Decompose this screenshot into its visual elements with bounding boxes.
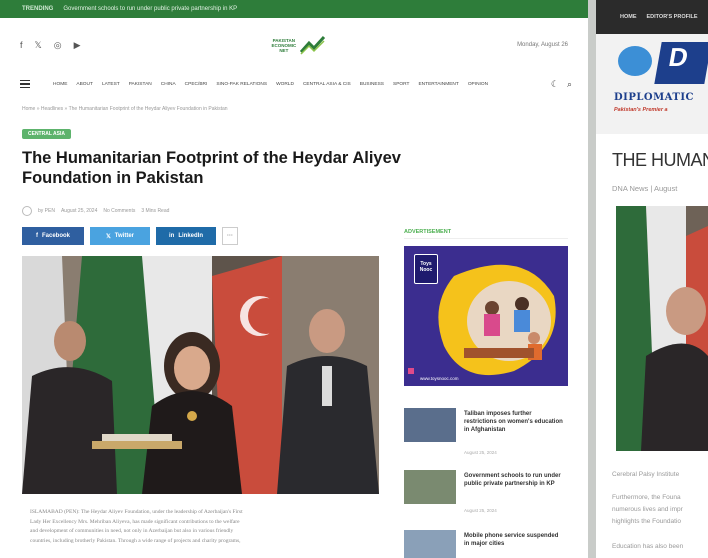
news-headline[interactable]: Mobile phone service suspended in major … [464, 532, 564, 548]
dna-paragraph: highlights the Foundatio [612, 518, 682, 525]
dark-mode-icon[interactable]: ☾ [551, 79, 559, 90]
nav-item-home[interactable]: HOME [53, 82, 67, 87]
right-browser-page: HOME EDITOR'S PROFILE D DIPLOMATIC Pakis… [596, 0, 708, 558]
main-nav: HOME ABOUT LATEST PAKISTAN CHINA CPEC/BRI SINO… [20, 76, 572, 92]
nav-item-latest[interactable]: LATEST [102, 82, 120, 87]
instagram-icon[interactable]: ◎ [54, 40, 62, 51]
news-thumbnail [404, 408, 456, 442]
dna-article-meta: DNA News | August [612, 184, 678, 193]
comments-count[interactable]: No Comments [103, 208, 135, 214]
nav-item-world[interactable]: WORLD [276, 82, 294, 87]
facebook-share-button[interactable]: f Facebook [22, 227, 84, 245]
article-hero-image [22, 256, 379, 494]
share-buttons: f Facebook 𝕏 Twitter in LinkedIn ··· [22, 227, 238, 245]
dna-nav-home[interactable]: HOME [620, 14, 637, 20]
article-body-line: countries, including brotherly Pakistan.… [30, 537, 241, 544]
logo-line-3: NET [279, 47, 289, 53]
dna-paragraph: Furthermore, the Founa [612, 494, 681, 501]
advertisement-label: ADVERTISEMENT [404, 229, 452, 235]
article-title: The Humanitarian Footprint of the Heydar… [22, 149, 401, 187]
ad-brand-logo: Toys Nooc [414, 254, 438, 284]
article-body-line: ISLAMABAD (PEN): The Heydar Aliyev Found… [30, 509, 243, 515]
more-share-button[interactable]: ··· [222, 227, 238, 245]
facebook-icon: f [35, 233, 38, 239]
header-date: Monday, August 26 [517, 42, 568, 48]
article-body-line: Lady Her Excellency Mrs. Mehriban Aliyev… [30, 518, 240, 525]
logo-line-1: PAKISTAN [272, 37, 295, 43]
trending-label: TRENDING [22, 6, 54, 12]
globe-icon [618, 46, 652, 76]
dna-logo-text[interactable]: DIPLOMATIC [614, 92, 694, 103]
dna-article-photo [616, 206, 708, 451]
sidebar-news-item[interactable]: Government schools to run under public p… [404, 470, 568, 520]
dna-paragraph: numerous lives and impr [612, 506, 683, 513]
ad-url: www.toysnooc.com [420, 376, 459, 381]
trending-bar: TRENDING Government schools to run under… [0, 0, 588, 18]
ceremony-photo [22, 256, 379, 494]
youtube-icon[interactable]: ▶ [74, 40, 81, 51]
nav-item-pakistan[interactable]: PAKISTAN [129, 82, 152, 87]
search-icon[interactable]: ⌕ [567, 79, 572, 90]
news-date: August 25, 2024 [464, 450, 497, 455]
news-thumbnail [404, 530, 456, 558]
dna-topbar: HOME EDITOR'S PROFILE [596, 0, 708, 34]
hamburger-menu-icon[interactable] [20, 79, 30, 89]
dna-paragraph: Education has also been [612, 543, 684, 550]
linkedin-icon: in [168, 233, 175, 239]
category-badge[interactable]: CENTRAL ASIA [22, 129, 71, 139]
author-avatar [22, 206, 32, 216]
nav-item-china[interactable]: CHINA [161, 82, 176, 87]
article-date: August 25, 2024 [60, 208, 98, 214]
twitter-share-button[interactable]: 𝕏 Twitter [90, 227, 150, 245]
sidebar-news-item[interactable]: Taliban imposes further restrictions on … [404, 408, 568, 458]
article-meta: by PEN August 25, 2024 No Comments 3 Min… [22, 206, 169, 216]
site-header: f 𝕏 ◎ ▶ PAKISTAN ECONOMIC NET Monday, Au… [20, 30, 568, 60]
logo-line-2: ECONOMIC [271, 42, 297, 48]
x-icon[interactable]: 𝕏 [35, 40, 42, 51]
site-logo[interactable]: PAKISTAN ECONOMIC NET [271, 34, 326, 56]
author-name[interactable]: by PEN [38, 208, 55, 214]
sidebar-news-item[interactable]: Mobile phone service suspended in major … [404, 530, 568, 558]
news-headline[interactable]: Government schools to run under public p… [464, 472, 564, 488]
x-icon: 𝕏 [105, 233, 111, 240]
read-time: 3 Mins Read [141, 208, 170, 214]
nav-item-about[interactable]: ABOUT [76, 82, 93, 87]
nav-item-entertainment[interactable]: ENTERTAINMENT [418, 82, 458, 87]
trend-arrow-icon [300, 35, 326, 55]
dna-logo-area: D DIPLOMATIC Pakistan's Premier a [596, 34, 708, 134]
social-links: f 𝕏 ◎ ▶ [20, 40, 81, 51]
divider [404, 238, 568, 239]
nav-item-central-asia-cis[interactable]: CENTRAL ASIA & CIS [303, 82, 351, 87]
dna-logo-mark[interactable]: D [654, 42, 708, 84]
article-body-line: and development of communities in need, … [30, 528, 234, 534]
nav-item-sport[interactable]: SPORT [393, 82, 409, 87]
nav-item-business[interactable]: BUSINESS [360, 82, 384, 87]
linkedin-share-button[interactable]: in LinkedIn [156, 227, 216, 245]
dna-tagline: Pakistan's Premier a [614, 107, 668, 113]
nav-item-opinion[interactable]: OPINION [468, 82, 488, 87]
dna-paragraph: Cerebral Palsy Institute [612, 471, 680, 478]
news-headline[interactable]: Taliban imposes further restrictions on … [464, 410, 564, 434]
dna-nav-editors-profile[interactable]: EDITOR'S PROFILE [647, 14, 698, 20]
left-browser-page: TRENDING Government schools to run under… [0, 0, 588, 558]
facebook-icon[interactable]: f [20, 40, 23, 50]
advertisement-banner[interactable]: Toys Nooc www.toysnooc.com [404, 246, 568, 386]
nav-item-cpec-bri[interactable]: CPEC/BRI [185, 82, 208, 87]
news-thumbnail [404, 470, 456, 504]
breadcrumb: Home » Headlines » The Humanitarian Foot… [22, 106, 228, 112]
dna-article-title: THE HUMAN [612, 150, 708, 170]
news-date: August 25, 2024 [464, 508, 497, 513]
trending-ticker[interactable]: Government schools to run under public p… [63, 6, 237, 12]
nav-item-sino-pak-relations[interactable]: SINO-PAK RELATIONS [216, 82, 267, 87]
article-body: ISLAMABAD (PEN): The Heydar Aliyev Found… [30, 508, 370, 546]
